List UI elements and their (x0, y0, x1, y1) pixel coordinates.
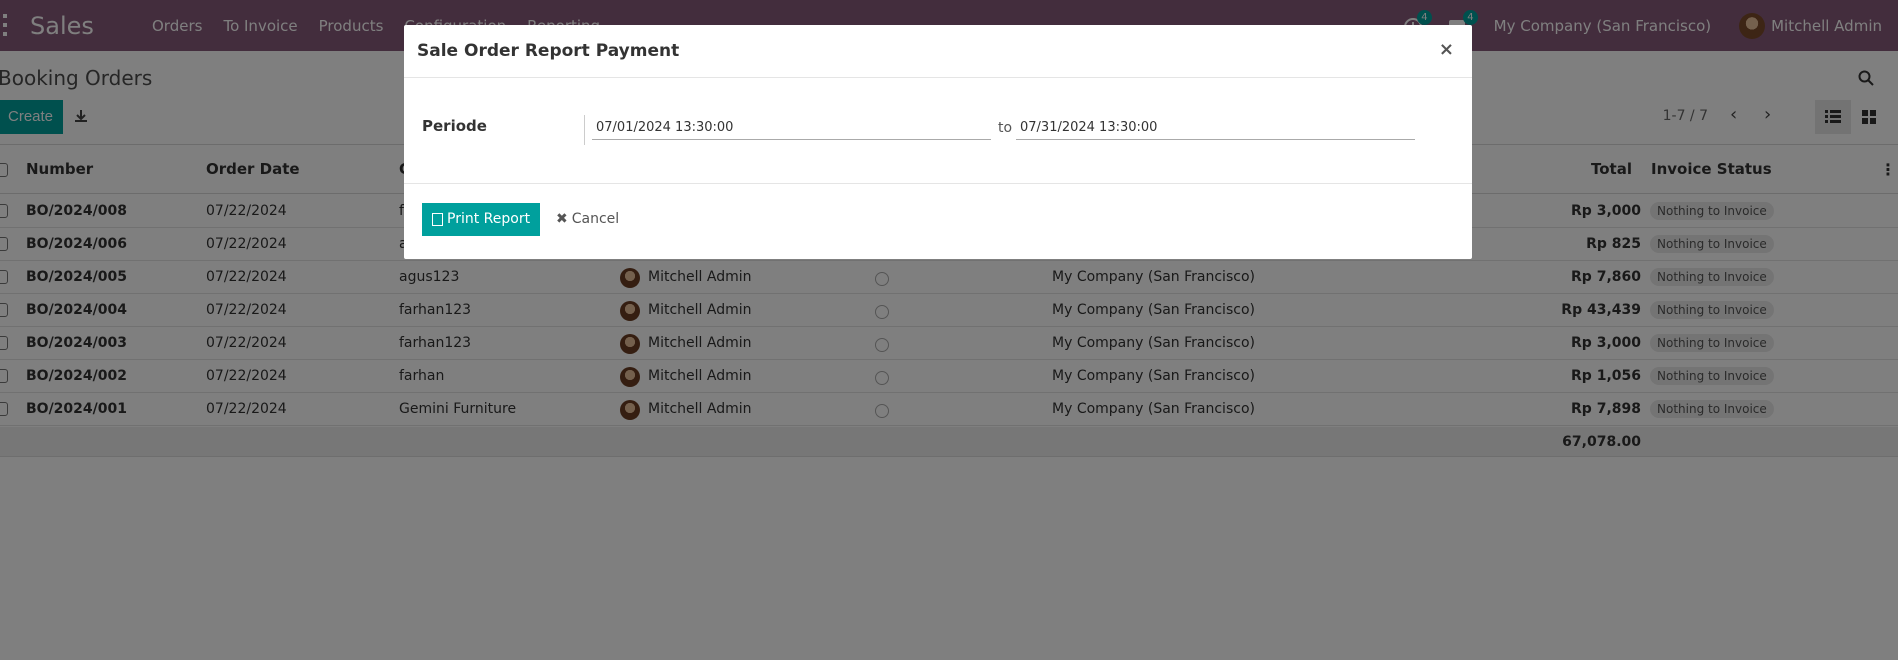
close-icon[interactable]: × (1439, 39, 1454, 60)
report-dialog: Sale Order Report Payment × Periode to P… (404, 25, 1472, 259)
dialog-body: Periode to (404, 78, 1472, 184)
print-report-label: Print Report (447, 211, 531, 227)
date-to-input[interactable] (1016, 116, 1415, 140)
to-label: to (998, 120, 1013, 136)
cancel-label: Cancel (571, 211, 620, 227)
cancel-button[interactable]: ✖ Cancel (556, 203, 619, 236)
file-pdf-icon (432, 213, 443, 226)
dialog-header: Sale Order Report Payment × (404, 25, 1472, 78)
print-report-button[interactable]: Print Report (422, 203, 541, 236)
dialog-title: Sale Order Report Payment (417, 41, 680, 61)
close-x-icon: ✖ (556, 211, 568, 227)
field-separator (584, 115, 585, 145)
date-from-input[interactable] (592, 116, 991, 140)
periode-label: Periode (422, 117, 487, 135)
